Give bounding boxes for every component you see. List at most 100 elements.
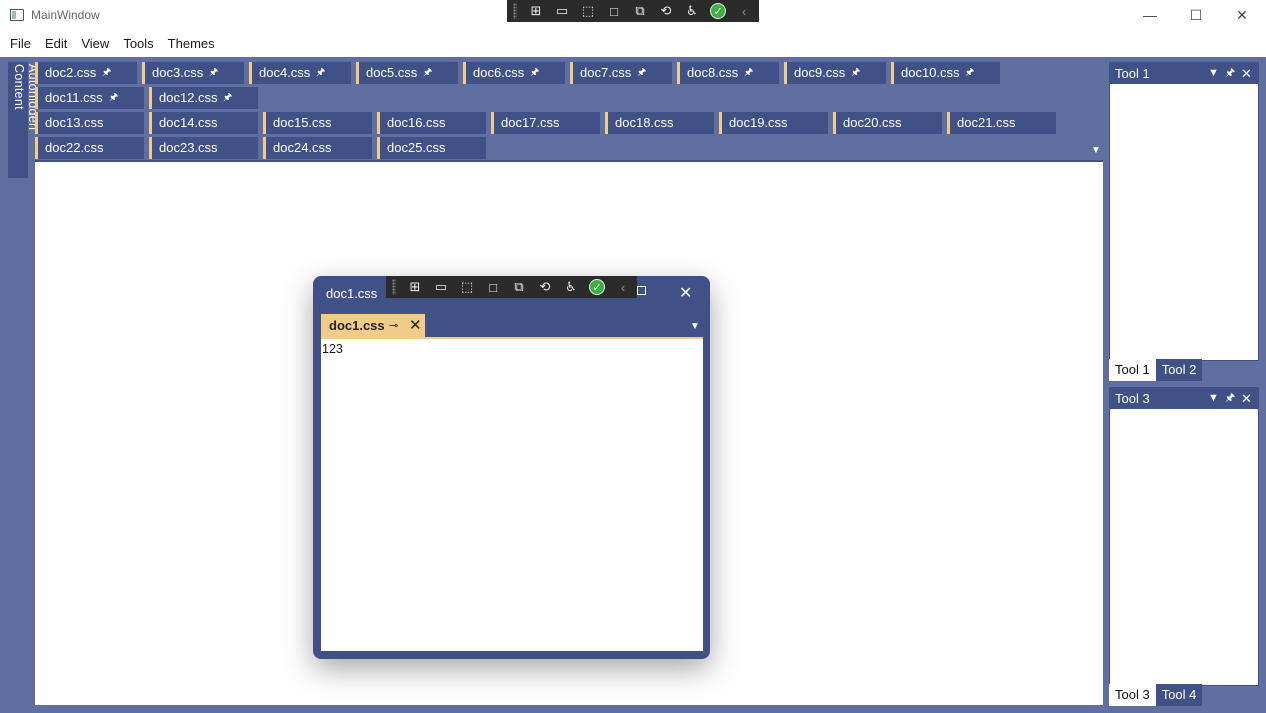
close-icon[interactable]: ✕: [1241, 63, 1252, 84]
pin-icon[interactable]: 🖈: [209, 62, 218, 84]
track-focus-icon[interactable]: ⧉: [506, 276, 532, 298]
display-layout-icon[interactable]: □: [601, 0, 627, 22]
doc-tab[interactable]: doc22.css: [35, 137, 144, 159]
doc-tab[interactable]: doc9.css 🖈: [784, 62, 886, 84]
doc-tab[interactable]: doc11.css 🖈: [35, 87, 144, 109]
debug-toolbar: ⊞ ▭ ⬚ □ ⧉ ⟲ ♿ ✓ ‹: [386, 276, 637, 298]
pin-icon[interactable]: 🖈: [637, 62, 646, 84]
floating-doc-tab[interactable]: doc1.css ⊸ ✕: [321, 314, 425, 338]
menu-themes[interactable]: Themes: [161, 36, 222, 51]
doc-tab[interactable]: doc12.css 🖈: [149, 87, 258, 109]
toolbar-grip[interactable]: [392, 279, 396, 295]
doc-tab[interactable]: doc15.css: [263, 112, 372, 134]
doc-tab[interactable]: doc8.css 🖈: [677, 62, 779, 84]
pin-icon[interactable]: 🖈: [1225, 63, 1235, 84]
tab-tool-4[interactable]: Tool 4: [1155, 684, 1203, 706]
accessibility-icon[interactable]: ♿: [558, 276, 584, 298]
doc-tab[interactable]: doc25.css: [377, 137, 486, 159]
tool-panel-title: Tool 1: [1115, 66, 1150, 81]
tool-panel-header[interactable]: Tool 3 ▼ 🖈 ✕: [1110, 388, 1258, 409]
debug-toolbar: ⊞ ▭ ⬚ □ ⧉ ⟲ ♿ ✓ ‹: [507, 0, 759, 22]
doc-tab[interactable]: doc20.css: [833, 112, 942, 134]
pin-icon[interactable]: 🖈: [851, 62, 860, 84]
pin-icon[interactable]: 🖈: [223, 87, 232, 109]
pin-icon[interactable]: 🖈: [423, 62, 432, 84]
doc-tab[interactable]: doc2.css 🖈: [35, 62, 137, 84]
doc-tab[interactable]: doc21.css: [947, 112, 1056, 134]
live-tree-icon[interactable]: ⊞: [523, 0, 549, 22]
doc-tab-label: doc12.css: [159, 90, 218, 105]
maximize-button[interactable]: ☐: [1173, 0, 1219, 30]
doc-tab[interactable]: doc14.css: [149, 112, 258, 134]
minimize-button[interactable]: —: [1127, 0, 1173, 30]
pin-icon[interactable]: 🖈: [744, 62, 753, 84]
toolbar-grip[interactable]: [513, 3, 517, 19]
collapse-chevron-icon[interactable]: ‹: [731, 0, 757, 22]
tool-panel-top: Tool 1 ▼ 🖈 ✕: [1109, 62, 1259, 361]
close-icon[interactable]: ✕: [409, 314, 422, 338]
floating-doc-tab-label: doc1.css: [329, 318, 385, 333]
dropdown-icon[interactable]: ▼: [1208, 388, 1219, 409]
collapse-chevron-icon[interactable]: ‹: [610, 276, 636, 298]
pin-icon[interactable]: 🖈: [102, 62, 111, 84]
tool-tabs-bottom: Tool 3 Tool 4: [1109, 684, 1203, 706]
maximize-icon[interactable]: [637, 286, 646, 295]
floating-window[interactable]: doc1.css ✕ doc1.css ⊸ ✕ ▼ 123: [313, 276, 710, 659]
doc-tab[interactable]: doc5.css 🖈: [356, 62, 458, 84]
accessibility-icon[interactable]: ♿: [679, 0, 705, 22]
doc-tab[interactable]: doc17.css: [491, 112, 600, 134]
doc-tab[interactable]: doc13.css: [35, 112, 144, 134]
menu-edit[interactable]: Edit: [38, 36, 74, 51]
pin-icon[interactable]: 🖈: [316, 62, 325, 84]
doc-tab-label: doc17.css: [501, 115, 560, 130]
doc-tab[interactable]: doc4.css 🖈: [249, 62, 351, 84]
tab-overflow-icon[interactable]: ▼: [1091, 145, 1101, 156]
pin-icon[interactable]: 🖈: [965, 62, 974, 84]
doc-tab[interactable]: doc3.css 🖈: [142, 62, 244, 84]
doc-tab[interactable]: doc23.css: [149, 137, 258, 159]
autohidden-side-tab[interactable]: Autohidden Content: [8, 62, 40, 178]
tab-overflow-icon[interactable]: ▼: [690, 321, 700, 332]
track-focus-icon[interactable]: ⧉: [627, 0, 653, 22]
doc-tab[interactable]: doc6.css 🖈: [463, 62, 565, 84]
doc-tab-label: doc4.css: [259, 65, 311, 80]
tool-panel-header[interactable]: Tool 1 ▼ 🖈 ✕: [1110, 63, 1258, 84]
hot-reload-icon[interactable]: ⟲: [532, 276, 558, 298]
pin-icon[interactable]: 🖈: [109, 87, 118, 109]
close-button[interactable]: ✕: [1219, 0, 1265, 30]
camera-icon[interactable]: ▭: [549, 0, 575, 22]
display-layout-icon[interactable]: □: [480, 276, 506, 298]
document-content[interactable]: 123: [321, 339, 703, 651]
pin-icon[interactable]: ⊸: [389, 314, 398, 338]
select-element-icon[interactable]: ⬚: [575, 0, 601, 22]
select-element-icon[interactable]: ⬚: [454, 276, 480, 298]
doc-tab[interactable]: doc10.css 🖈: [891, 62, 1000, 84]
doc-tab[interactable]: doc19.css: [719, 112, 828, 134]
status-ok-button[interactable]: ✓: [584, 276, 610, 298]
doc-tab-label: doc10.css: [901, 65, 960, 80]
doc-tab[interactable]: doc24.css: [263, 137, 372, 159]
close-icon[interactable]: ✕: [1241, 388, 1252, 409]
check-icon: ✓: [589, 279, 605, 295]
camera-icon[interactable]: ▭: [428, 276, 454, 298]
doc-tab-label: doc3.css: [152, 65, 204, 80]
menu-file[interactable]: File: [3, 36, 38, 51]
live-tree-icon[interactable]: ⊞: [402, 276, 428, 298]
tab-tool-1[interactable]: Tool 1: [1109, 359, 1156, 381]
doc-tab[interactable]: doc7.css 🖈: [570, 62, 672, 84]
dropdown-icon[interactable]: ▼: [1208, 63, 1219, 84]
doc-tab[interactable]: doc16.css: [377, 112, 486, 134]
tab-tool-3[interactable]: Tool 3: [1109, 684, 1156, 706]
doc-tab[interactable]: doc18.css: [605, 112, 714, 134]
menu-tools[interactable]: Tools: [116, 36, 160, 51]
status-ok-button[interactable]: ✓: [705, 0, 731, 22]
close-icon[interactable]: ✕: [679, 283, 692, 303]
pin-icon[interactable]: 🖈: [530, 62, 539, 84]
hot-reload-icon[interactable]: ⟲: [653, 0, 679, 22]
doc-tab-label: doc24.css: [273, 140, 332, 155]
tab-tool-2[interactable]: Tool 2: [1155, 359, 1203, 381]
pin-icon[interactable]: 🖈: [1225, 388, 1235, 409]
menu-view[interactable]: View: [74, 36, 116, 51]
doc-tab-label: doc2.css: [45, 65, 97, 80]
doc-tab-label: doc19.css: [729, 115, 788, 130]
